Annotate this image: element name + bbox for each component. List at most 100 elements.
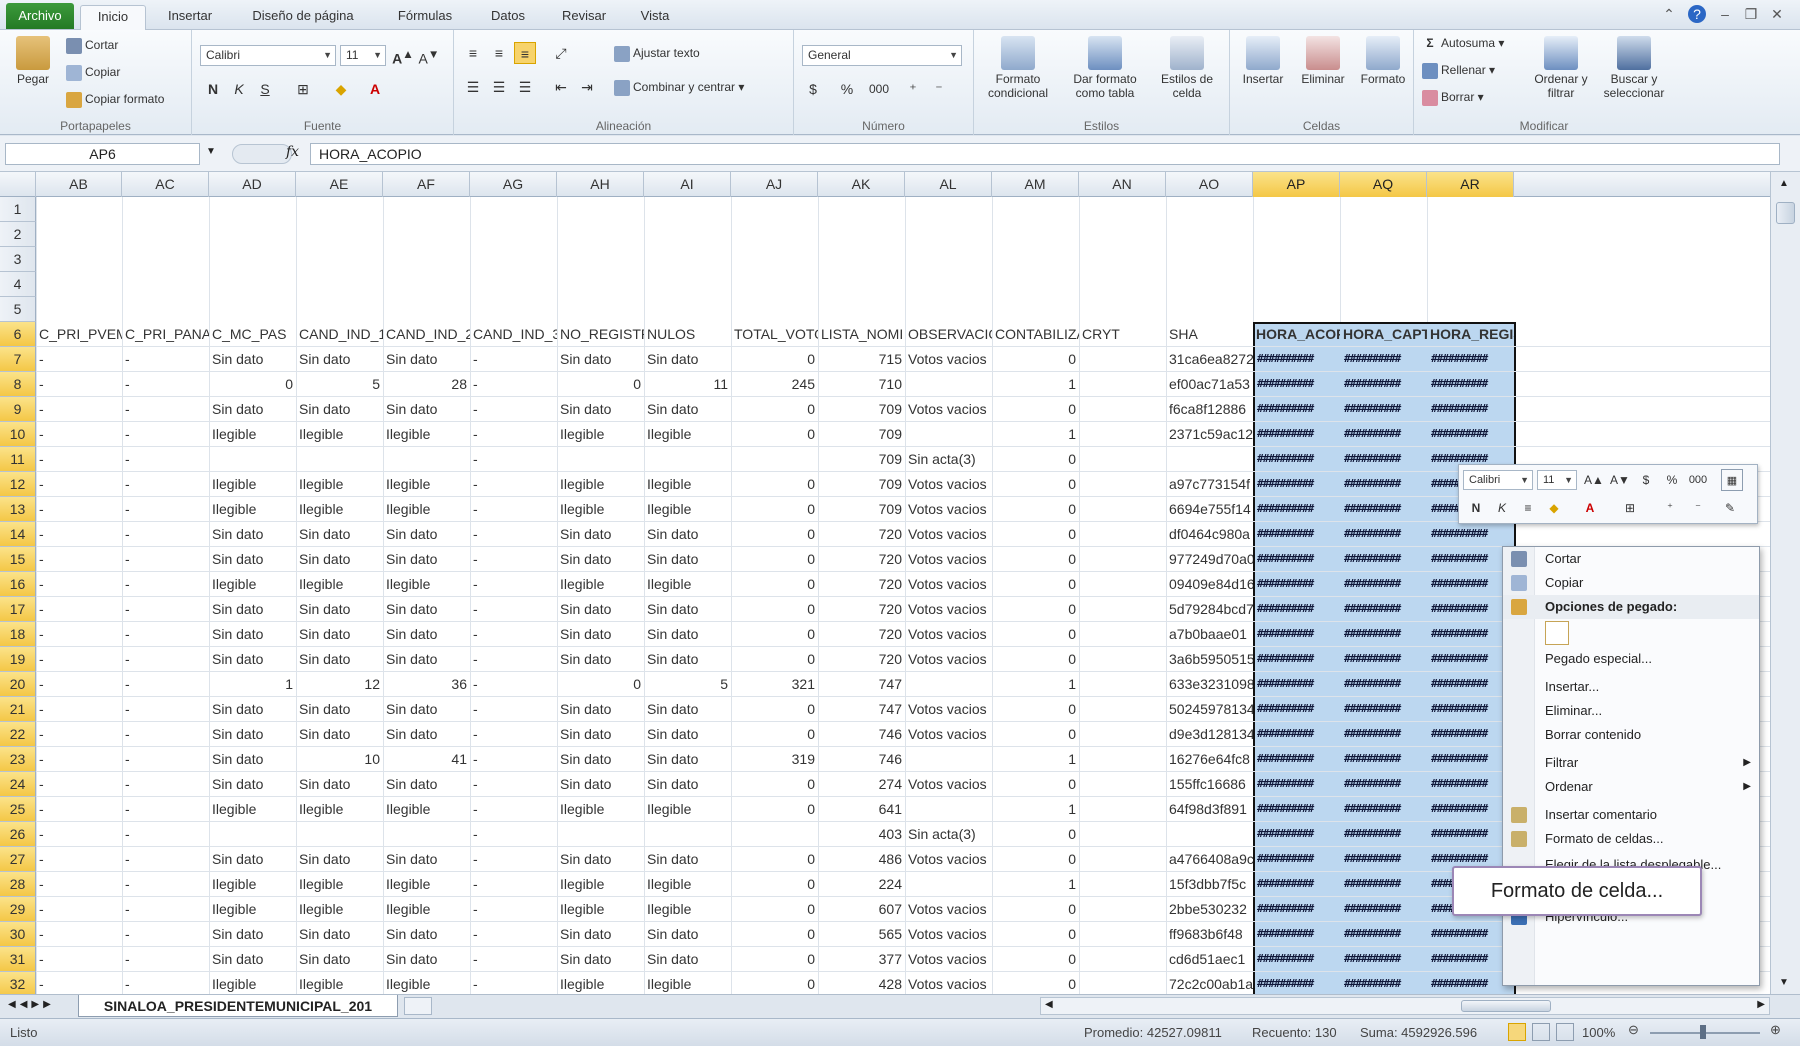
- hash-overflow-cell[interactable]: ##########: [1344, 372, 1423, 396]
- row-header-19[interactable]: 19: [0, 647, 36, 672]
- hash-overflow-cell[interactable]: ##########: [1257, 472, 1336, 496]
- row-header-5[interactable]: 5: [0, 297, 36, 322]
- table-cell[interactable]: Sin dato: [644, 397, 731, 421]
- hash-overflow-cell[interactable]: ##########: [1431, 972, 1510, 994]
- help-icon[interactable]: ?: [1688, 5, 1706, 23]
- table-cell[interactable]: 0: [992, 947, 1079, 971]
- table-cell[interactable]: 710: [818, 372, 905, 396]
- minimize-icon[interactable]: –: [1716, 5, 1734, 23]
- table-cell[interactable]: [1079, 522, 1166, 546]
- autosum-button[interactable]: Σ Autosuma ▾: [1422, 36, 1504, 52]
- table-cell[interactable]: -: [470, 847, 557, 871]
- hash-overflow-cell[interactable]: ##########: [1344, 847, 1423, 871]
- table-cell[interactable]: -: [36, 447, 122, 471]
- table-cell[interactable]: 1: [992, 747, 1079, 771]
- table-cell[interactable]: ff9683b6f48: [1166, 922, 1253, 946]
- zoom-level[interactable]: 100%: [1582, 1025, 1615, 1040]
- mini-format-painter-icon[interactable]: ✎: [1719, 497, 1741, 519]
- close-icon[interactable]: ✕: [1768, 5, 1786, 23]
- table-cell[interactable]: 1: [992, 872, 1079, 896]
- table-cell[interactable]: a97c773154f: [1166, 472, 1253, 496]
- table-cell[interactable]: [1079, 622, 1166, 646]
- table-cell[interactable]: Sin dato: [644, 772, 731, 796]
- table-cell[interactable]: [1079, 747, 1166, 771]
- table-cell[interactable]: Ilegible: [383, 797, 470, 821]
- table-cell[interactable]: 0: [992, 347, 1079, 371]
- font-name-select[interactable]: Calibri ▼: [200, 45, 336, 66]
- table-cell[interactable]: Sin dato: [209, 397, 296, 421]
- table-cell[interactable]: 16276e64fc8: [1166, 747, 1253, 771]
- zoom-in-icon[interactable]: ⊕: [1770, 1022, 1781, 1038]
- table-cell[interactable]: -: [36, 972, 122, 994]
- column-title-cell[interactable]: C_PRI_PVEM: [36, 322, 122, 346]
- table-cell[interactable]: Sin dato: [209, 697, 296, 721]
- table-cell[interactable]: [1079, 497, 1166, 521]
- table-cell[interactable]: Ilegible: [296, 572, 383, 596]
- context-menu-item-8[interactable]: Filtrar ▶: [1503, 751, 1759, 775]
- increase-decimal-icon[interactable]: ⁺: [902, 78, 924, 100]
- table-cell[interactable]: 633e3231098: [1166, 672, 1253, 696]
- table-cell[interactable]: Ilegible: [209, 572, 296, 596]
- table-cell[interactable]: Sin dato: [557, 772, 644, 796]
- table-cell[interactable]: -: [470, 497, 557, 521]
- table-cell[interactable]: Votos vacios: [905, 722, 992, 746]
- hash-overflow-cell[interactable]: ##########: [1257, 797, 1336, 821]
- grow-font-icon[interactable]: A▲: [392, 44, 414, 67]
- row-header-6[interactable]: 6: [0, 322, 36, 347]
- table-cell[interactable]: -: [36, 947, 122, 971]
- table-cell[interactable]: Ilegible: [296, 497, 383, 521]
- table-cell[interactable]: -: [36, 622, 122, 646]
- column-header-ap[interactable]: AP: [1253, 172, 1340, 197]
- table-cell[interactable]: Sin dato: [383, 722, 470, 746]
- table-cell[interactable]: -: [36, 922, 122, 946]
- mini-shrink-font-icon[interactable]: A▼: [1609, 469, 1631, 491]
- percent-button[interactable]: %: [836, 78, 858, 100]
- hash-overflow-cell[interactable]: ##########: [1257, 847, 1336, 871]
- column-title-cell[interactable]: CAND_IND_3: [470, 322, 557, 346]
- hash-overflow-cell[interactable]: ##########: [1344, 397, 1423, 421]
- table-cell[interactable]: 1: [992, 422, 1079, 446]
- bold-button[interactable]: N: [202, 78, 224, 100]
- table-cell[interactable]: -: [122, 397, 209, 421]
- row-header-13[interactable]: 13: [0, 497, 36, 522]
- hash-overflow-cell[interactable]: ##########: [1257, 947, 1336, 971]
- table-cell[interactable]: -: [36, 797, 122, 821]
- mini-borders-icon[interactable]: ⊞: [1619, 497, 1641, 519]
- column-title-cell[interactable]: OBSERVACIO: [905, 322, 992, 346]
- normal-view-icon[interactable]: [1508, 1023, 1526, 1041]
- tab-insert[interactable]: Insertar: [155, 5, 225, 30]
- hash-overflow-cell[interactable]: ##########: [1431, 772, 1510, 796]
- column-header-ai[interactable]: AI: [644, 172, 731, 197]
- table-cell[interactable]: [1079, 947, 1166, 971]
- row-header-12[interactable]: 12: [0, 472, 36, 497]
- row-header-26[interactable]: 26: [0, 822, 36, 847]
- table-cell[interactable]: 746: [818, 747, 905, 771]
- table-cell[interactable]: 0: [731, 547, 818, 571]
- table-cell[interactable]: [1079, 372, 1166, 396]
- table-cell[interactable]: 0: [992, 597, 1079, 621]
- table-cell[interactable]: -: [122, 472, 209, 496]
- table-cell[interactable]: -: [122, 497, 209, 521]
- page-break-view-icon[interactable]: [1556, 1023, 1574, 1041]
- mini-font-select[interactable]: Calibri ▼: [1463, 470, 1533, 490]
- delete-cells-button[interactable]: Eliminar: [1294, 36, 1352, 86]
- table-cell[interactable]: Votos vacios: [905, 922, 992, 946]
- hash-overflow-cell[interactable]: ##########: [1257, 447, 1336, 471]
- hash-overflow-cell[interactable]: ##########: [1257, 722, 1336, 746]
- hash-overflow-cell[interactable]: ##########: [1344, 722, 1423, 746]
- table-cell[interactable]: Sin dato: [383, 547, 470, 571]
- hash-overflow-cell[interactable]: ##########: [1344, 472, 1423, 496]
- table-cell[interactable]: 0: [992, 472, 1079, 496]
- hash-overflow-cell[interactable]: ##########: [1344, 647, 1423, 671]
- column-title-cell[interactable]: CRYT: [1079, 322, 1166, 346]
- hash-overflow-cell[interactable]: ##########: [1257, 872, 1336, 896]
- hash-overflow-cell[interactable]: ##########: [1431, 722, 1510, 746]
- scroll-up-icon[interactable]: ▲: [1779, 178, 1789, 189]
- hash-overflow-cell[interactable]: ##########: [1257, 622, 1336, 646]
- row-header-7[interactable]: 7: [0, 347, 36, 372]
- context-menu-item-4[interactable]: Pegado especial...: [1503, 647, 1759, 671]
- hash-overflow-cell[interactable]: ##########: [1344, 897, 1423, 921]
- table-cell[interactable]: Sin dato: [557, 947, 644, 971]
- hash-overflow-cell[interactable]: ##########: [1431, 347, 1510, 371]
- table-cell[interactable]: 155ffc16686: [1166, 772, 1253, 796]
